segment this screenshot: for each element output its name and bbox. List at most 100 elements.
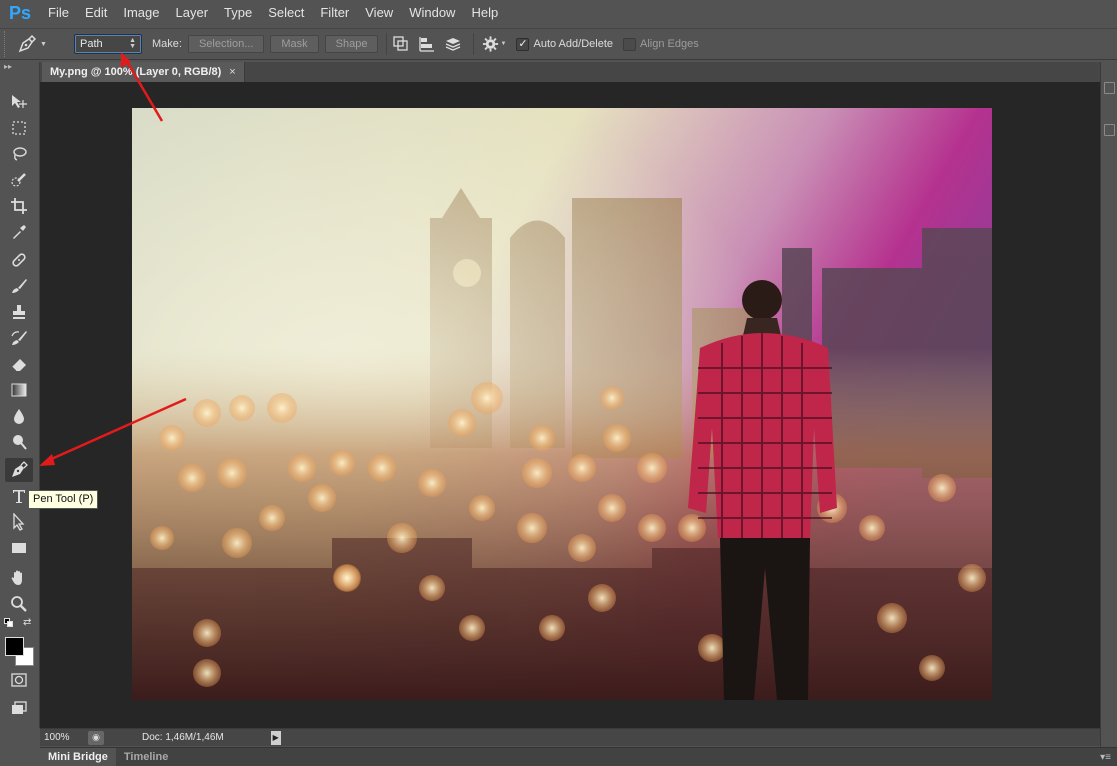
quick-mask-icon [11,673,27,687]
path-operations-button[interactable] [389,32,413,56]
path-arrangement-button[interactable] [441,32,465,56]
right-panel-strip [1100,62,1117,747]
geometry-options-button[interactable]: ▼ [482,32,506,56]
menu-layer[interactable]: Layer [168,0,217,26]
play-arrow-icon[interactable]: ▶ [270,730,281,745]
auto-add-delete-label: Auto Add/Delete [533,38,613,50]
marquee-tool[interactable] [5,116,33,140]
clone-stamp-tool[interactable] [5,300,33,324]
lasso-tool-icon [13,147,27,161]
align-edges-label: Align Edges [640,38,699,50]
history-brush-tool-icon [11,331,27,345]
path-selection-tool-icon [13,513,25,531]
healing-brush-tool[interactable] [5,248,33,272]
document-tab-bar: My.png @ 100% (Layer 0, RGB/8) × [40,62,1100,82]
path-alignment-button[interactable] [415,32,439,56]
close-icon[interactable]: × [229,66,235,78]
mode-select[interactable]: Path ▲ ▼ [74,34,142,54]
eraser-tool[interactable] [5,352,33,376]
canvas-area[interactable] [40,82,1100,728]
mode-select-value: Path [80,38,103,50]
lasso-tool[interactable] [5,142,33,166]
collapse-panel-icon[interactable]: ▸▸ [4,62,12,71]
move-tool[interactable] [5,90,33,114]
pen-tool[interactable] [5,458,33,482]
hand-tool[interactable] [5,566,33,590]
chevron-down-icon: ▼ [500,41,507,47]
tab-timeline[interactable]: Timeline [116,748,176,766]
eraser-tool-icon [11,359,26,372]
status-bar: 100% ◉ Doc: 1,46M/1,46M ▶ [40,728,1100,746]
zoom-tool[interactable] [5,592,33,616]
healing-brush-tool-icon [12,253,26,267]
default-colors-icon[interactable] [4,618,13,627]
crop-tool-icon [11,198,27,214]
menu-file[interactable]: File [40,0,77,26]
menu-edit[interactable]: Edit [77,0,115,26]
auto-add-delete-checkbox[interactable]: ✓ [516,37,530,51]
bottom-panel: Mini Bridge Timeline ▾≡ [40,747,1117,766]
document-tab[interactable]: My.png @ 100% (Layer 0, RGB/8) × [42,62,245,82]
document-canvas[interactable] [132,108,992,700]
gear-icon [483,36,499,52]
tab-mini-bridge[interactable]: Mini Bridge [40,747,116,766]
menu-help[interactable]: Help [463,0,506,26]
make-selection-button[interactable]: Selection... [187,35,265,53]
tool-preset-picker[interactable]: ▼ [12,31,52,57]
document-tab-title: My.png @ 100% (Layer 0, RGB/8) [50,66,222,78]
document-info: Doc: 1,46M/1,46M [142,732,224,743]
photoshop-window: Ps File Edit Image Layer Type Select Fil… [0,0,1117,766]
make-label: Make: [152,38,182,50]
screen-mode-icon [12,701,27,714]
options-bar: ▼ Path ▲▼ Make: Selection... Mask Shape [0,28,1117,60]
brush-tool[interactable] [5,274,33,298]
eyedropper-tool[interactable] [5,220,33,244]
dodge-tool[interactable] [5,430,33,454]
options-bar-grip[interactable] [4,31,12,57]
panel-icon[interactable] [1104,124,1115,136]
panel-menu-icon[interactable]: ▾≡ [1100,752,1111,763]
quick-selection-tool-icon [11,173,26,187]
gradient-tool[interactable] [5,378,33,402]
zoom-level[interactable]: 100% [40,732,80,743]
checkmark-icon: ✓ [518,37,528,50]
path-selection-tool[interactable] [5,510,33,534]
marquee-tool-icon [12,121,26,135]
menu-view[interactable]: View [357,0,401,26]
status-share-icon[interactable]: ◉ [88,730,104,745]
gradient-tool-icon [11,383,27,397]
type-tool-icon [13,490,25,503]
screen-mode-button[interactable] [5,696,33,720]
menu-window[interactable]: Window [401,0,463,26]
quick-selection-tool[interactable] [5,168,33,192]
path-alignment-icon [419,37,435,52]
menu-select[interactable]: Select [260,0,312,26]
blur-tool[interactable] [5,404,33,428]
panel-icon[interactable] [1104,82,1115,94]
quick-mask-button[interactable] [5,668,33,692]
align-edges-checkbox[interactable] [623,37,636,51]
menu-bar: Ps File Edit Image Layer Type Select Fil… [0,0,1117,26]
make-mask-button[interactable]: Mask [270,35,319,53]
move-tool-icon [12,95,27,108]
menu-type[interactable]: Type [216,0,260,26]
menu-image[interactable]: Image [115,0,167,26]
separator [473,33,475,55]
rectangle-tool[interactable] [5,536,33,560]
path-operations-icon [393,36,409,51]
hand-tool-icon [11,570,22,585]
chevron-down-icon: ▼ [40,40,47,48]
foreground-color-swatch[interactable] [5,637,24,656]
make-shape-button[interactable]: Shape [324,35,379,53]
crop-tool[interactable] [5,194,33,218]
toolbox: ▸▸ ⇄ [0,62,40,728]
updown-arrows-icon: ▲ ▼ [129,37,136,50]
separator [386,33,388,55]
path-arrangement-icon [446,38,461,51]
pen-tool-icon [12,461,28,477]
dodge-tool-icon [13,435,27,450]
swap-colors-icon[interactable]: ⇄ [23,617,31,628]
rectangle-tool-icon [12,543,26,553]
menu-filter[interactable]: Filter [312,0,357,26]
history-brush-tool[interactable] [5,326,33,350]
